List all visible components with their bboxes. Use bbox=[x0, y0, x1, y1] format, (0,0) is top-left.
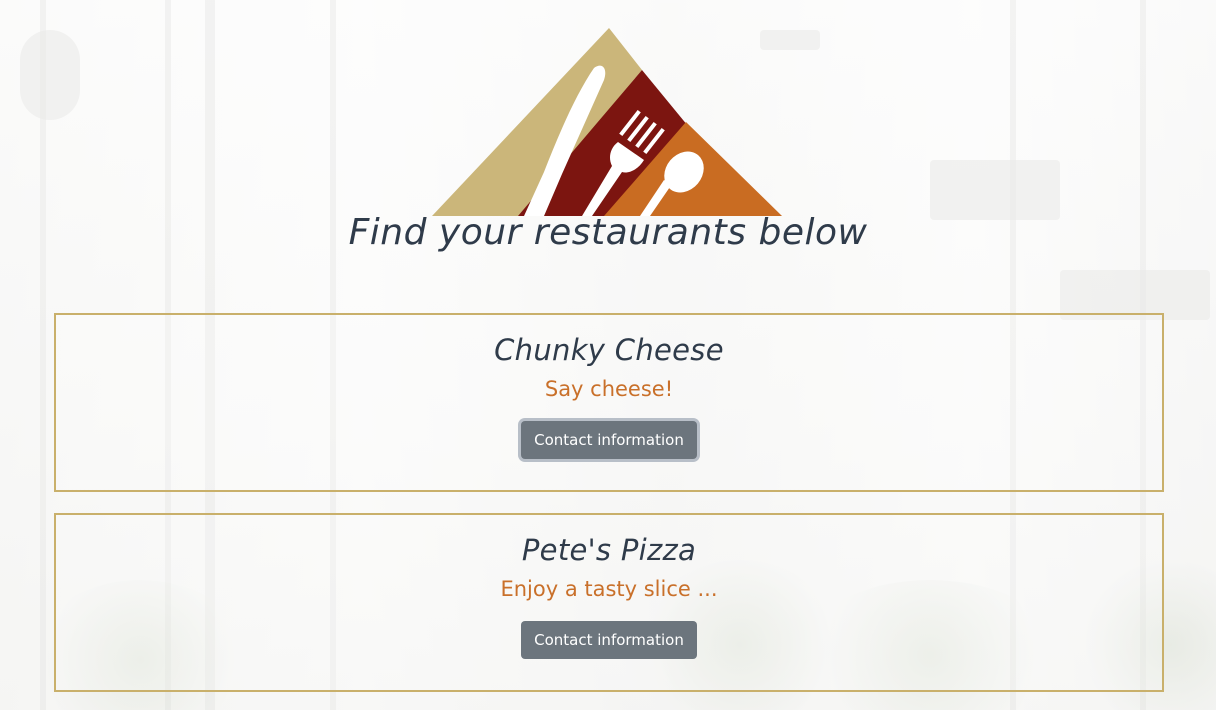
restaurant-logo-icon bbox=[432, 28, 782, 216]
restaurant-card: Chunky Cheese Say cheese! Contact inform… bbox=[54, 313, 1164, 492]
contact-information-button[interactable]: Contact information bbox=[521, 421, 697, 459]
contact-information-button[interactable]: Contact information bbox=[521, 621, 697, 659]
restaurant-name: Chunky Cheese bbox=[494, 333, 724, 367]
restaurant-tagline: Enjoy a tasty slice ... bbox=[500, 577, 718, 601]
restaurant-card: Pete's Pizza Enjoy a tasty slice ... Con… bbox=[54, 513, 1164, 692]
page-title: Find your restaurants below bbox=[348, 212, 868, 253]
restaurant-tagline: Say cheese! bbox=[544, 377, 674, 401]
restaurant-name: Pete's Pizza bbox=[521, 533, 697, 567]
